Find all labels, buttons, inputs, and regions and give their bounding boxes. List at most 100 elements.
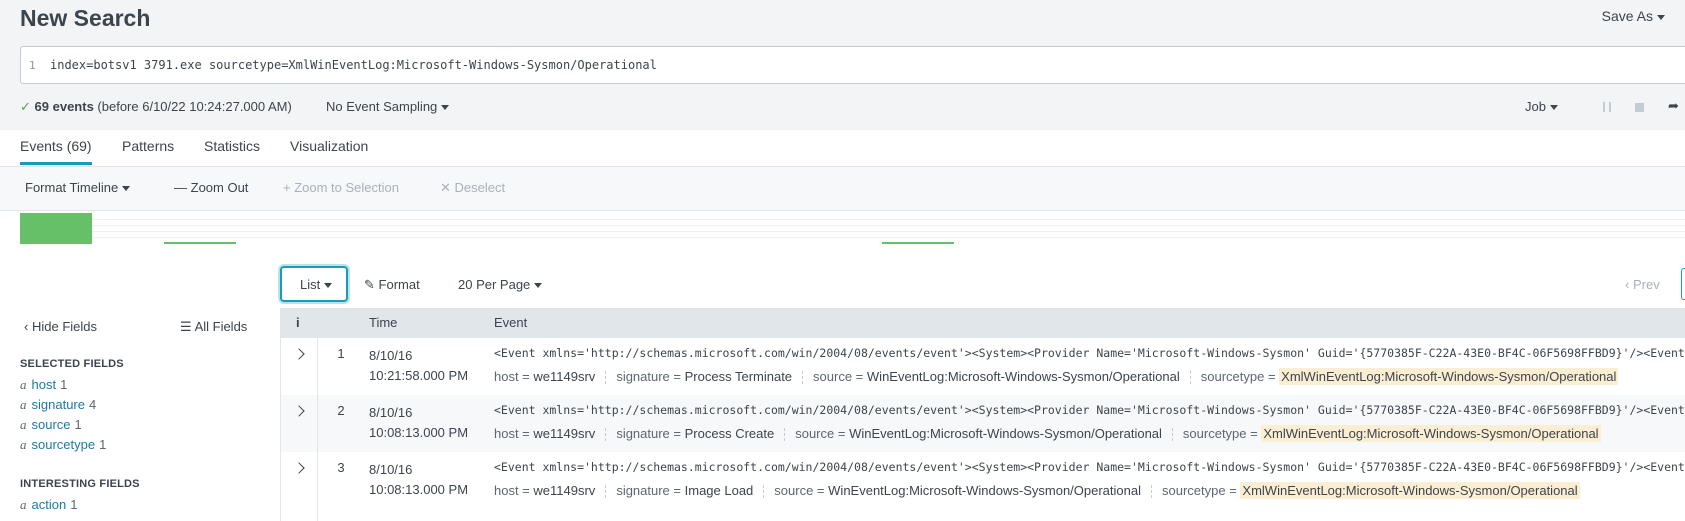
field-name: host <box>31 377 57 392</box>
field-sourcetype[interactable]: a sourcetype 1 <box>20 437 106 453</box>
row-number: 2 <box>337 403 345 418</box>
field-signature[interactable]: a signature 4 <box>20 397 96 413</box>
zoom-out-label: Zoom Out <box>190 180 249 195</box>
field-value[interactable]: WinEventLog:Microsoft-Windows-Sysmon/Ope… <box>849 426 1162 441</box>
job-menu[interactable]: Job <box>1525 99 1558 114</box>
chevron-right-icon[interactable] <box>293 462 305 474</box>
format-timeline-label: Format Timeline <box>25 180 119 195</box>
format-timeline-button[interactable]: Format Timeline <box>25 180 131 195</box>
search-query[interactable]: index=botsv1 3791.exe sourcetype=XmlWinE… <box>50 58 657 72</box>
all-fields-label: All Fields <box>194 319 248 334</box>
field-value[interactable]: WinEventLog:Microsoft-Windows-Sysmon/Ope… <box>867 369 1180 384</box>
field-key: signature = <box>616 426 681 441</box>
field-value[interactable]: Process Terminate <box>685 369 792 384</box>
event-time[interactable]: 8/10/16 10:08:13.000 PM <box>369 403 468 443</box>
share-icon[interactable]: ➦ <box>1668 98 1679 114</box>
field-value[interactable]: we1149srv <box>533 369 595 384</box>
save-as-menu[interactable]: Save As <box>1602 8 1665 24</box>
field-value[interactable]: Process Create <box>685 426 775 441</box>
table-row: 3 8/10/16 10:08:13.000 PM <Event xmlns='h… <box>281 452 1685 509</box>
timeline-gridline <box>92 225 1685 226</box>
field-name: action <box>31 497 67 512</box>
event-raw: <Event xmlns='http://schemas.microsoft.c… <box>494 403 1685 417</box>
tab-visualization[interactable]: Visualization <box>290 138 368 162</box>
page-title: New Search <box>20 5 151 31</box>
pencil-icon: ✎ <box>364 277 375 292</box>
field-value[interactable]: WinEventLog:Microsoft-Windows-Sysmon/Ope… <box>828 483 1141 498</box>
tab-statistics[interactable]: Statistics <box>204 138 260 162</box>
field-name: signature <box>31 397 85 412</box>
list-icon: ☰ <box>180 319 192 334</box>
chevron-down-icon <box>441 105 450 111</box>
event-count-status: ✓ 69 events (before 6/10/22 10:24:27.000… <box>20 99 292 115</box>
all-fields-button[interactable]: ☰ All Fields <box>180 319 247 335</box>
field-key: sourcetype = <box>1200 369 1276 384</box>
page-number-button[interactable] <box>1681 268 1685 300</box>
row-number: 1 <box>337 346 345 361</box>
table-row: 2 8/10/16 10:08:13.000 PM <Event xmlns='h… <box>281 395 1685 452</box>
zoom-out-button[interactable]: — Zoom Out <box>174 180 248 195</box>
field-key: host = <box>494 369 530 384</box>
prev-page-button[interactable]: ‹ Prev <box>1625 277 1660 292</box>
timeline-bar[interactable] <box>882 242 954 244</box>
field-key: sourcetype = <box>1162 483 1237 498</box>
field-key: host = <box>494 483 530 498</box>
field-count: 1 <box>60 377 68 392</box>
event-clock: 10:08:13.000 PM <box>369 425 469 440</box>
list-view-button[interactable]: List <box>280 266 348 302</box>
event-fields: host = we1149srv signature = Image Load so… <box>494 482 1580 499</box>
field-value[interactable]: we1149srv <box>533 426 595 441</box>
format-button[interactable]: ✎ Format <box>364 277 420 293</box>
event-time[interactable]: 8/10/16 10:21:58.000 PM <box>369 346 468 386</box>
per-page-dropdown[interactable]: 20 Per Page <box>458 277 543 292</box>
deselect-button[interactable]: ✕ Deselect <box>440 180 505 196</box>
field-name: sourcetype <box>31 437 96 452</box>
hide-fields-button[interactable]: ‹ Hide Fields <box>24 319 97 334</box>
chevron-right-icon[interactable] <box>293 405 305 417</box>
close-icon: ✕ <box>440 180 451 195</box>
search-input[interactable]: 1 index=botsv1 3791.exe sourcetype=XmlWi… <box>20 46 1685 84</box>
field-value[interactable]: Image Load <box>685 483 754 498</box>
field-value[interactable]: XmlWinEventLog:Microsoft-Windows-Sysmon/… <box>1240 482 1580 499</box>
table-header: i Time Event <box>281 308 1685 338</box>
job-controls: Job ➦ <box>1525 98 1685 119</box>
event-time[interactable]: 8/10/16 10:08:13.000 PM <box>369 460 468 500</box>
time-column-header[interactable]: Time <box>369 315 397 330</box>
event-raw: <Event xmlns='http://schemas.microsoft.c… <box>494 346 1685 360</box>
field-source[interactable]: a source 1 <box>20 417 82 433</box>
minus-icon: — <box>174 180 187 195</box>
event-date: 8/10/16 <box>369 405 413 420</box>
field-type: a <box>20 497 27 512</box>
stop-icon[interactable] <box>1635 103 1644 112</box>
field-value[interactable]: we1149srv <box>533 483 595 498</box>
chevron-down-icon <box>1549 105 1558 111</box>
event-column-header: Event <box>494 315 528 330</box>
per-page-label: 20 Per Page <box>458 277 531 292</box>
deselect-label: Deselect <box>454 180 506 195</box>
timeline-bar[interactable] <box>20 213 92 244</box>
field-key: source = <box>795 426 846 441</box>
tab-events[interactable]: Events (69) <box>20 138 92 165</box>
field-type: a <box>20 437 27 452</box>
format-label: Format <box>378 277 420 292</box>
event-fields: host = we1149srv signature = Process Term… <box>494 368 1619 385</box>
field-value[interactable]: XmlWinEventLog:Microsoft-Windows-Sysmon/… <box>1261 425 1601 442</box>
tab-patterns[interactable]: Patterns <box>122 138 174 162</box>
field-value[interactable]: XmlWinEventLog:Microsoft-Windows-Sysmon/… <box>1279 368 1619 385</box>
event-timeline[interactable] <box>20 211 1685 245</box>
field-count: 1 <box>99 437 107 452</box>
field-host[interactable]: a host 1 <box>20 377 67 393</box>
chevron-right-icon[interactable] <box>293 348 305 360</box>
event-sampling-dropdown[interactable]: No Event Sampling <box>326 99 450 114</box>
event-sampling-label: No Event Sampling <box>326 99 438 114</box>
field-action[interactable]: a action 1 <box>20 497 77 513</box>
chevron-left-icon: ‹ <box>1625 277 1630 292</box>
field-count: 4 <box>88 397 97 412</box>
chevron-down-icon <box>1657 14 1665 20</box>
event-clock: 10:21:58.000 PM <box>369 368 469 383</box>
pause-icon[interactable] <box>1603 102 1611 112</box>
event-date: 8/10/16 <box>369 462 413 477</box>
timeline-bar[interactable] <box>164 242 236 244</box>
zoom-to-selection-button[interactable]: + Zoom to Selection <box>283 180 399 195</box>
table-row: 1 8/10/16 10:21:58.000 PM <Event xmlns='h… <box>281 338 1685 395</box>
